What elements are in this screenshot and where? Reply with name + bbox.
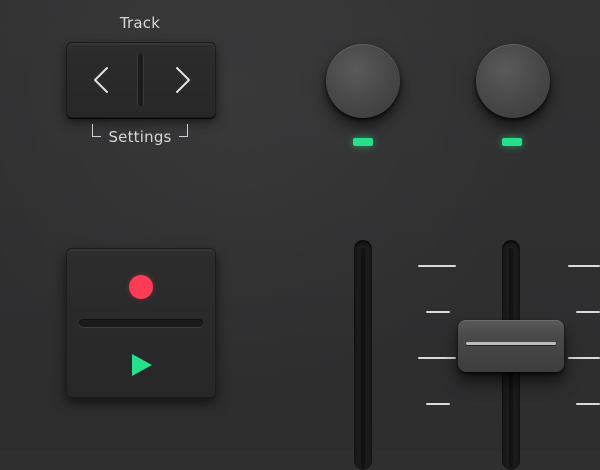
fader-tick bbox=[576, 311, 600, 313]
fader-tick bbox=[426, 311, 450, 313]
track-next-button[interactable] bbox=[145, 43, 215, 117]
fader-tick bbox=[576, 403, 600, 405]
fader-tick bbox=[418, 357, 456, 359]
fader-tick bbox=[418, 265, 456, 267]
fader-cap-line bbox=[466, 342, 556, 345]
settings-label[interactable]: Settings bbox=[92, 128, 188, 146]
knob-1[interactable] bbox=[326, 44, 400, 118]
track-prev-button[interactable] bbox=[67, 43, 137, 117]
mixer-panel: Track Settings bbox=[0, 0, 600, 470]
knob-2-led-indicator bbox=[502, 138, 522, 146]
record-button[interactable] bbox=[67, 249, 215, 321]
track-title: Track bbox=[119, 14, 161, 32]
transport-controls bbox=[66, 248, 216, 398]
record-icon bbox=[129, 275, 153, 299]
fader-slot bbox=[361, 248, 365, 468]
fader-track-1[interactable] bbox=[354, 240, 372, 470]
fader-tick bbox=[568, 265, 600, 267]
fader-cap[interactable] bbox=[458, 320, 564, 372]
fader-tick bbox=[426, 403, 450, 405]
knob-1-led-indicator bbox=[353, 138, 373, 146]
knob-2[interactable] bbox=[476, 44, 550, 118]
track-nav-control bbox=[66, 42, 216, 118]
chevron-left-icon bbox=[94, 67, 108, 93]
play-button[interactable] bbox=[67, 325, 215, 397]
fader-tick bbox=[568, 357, 600, 359]
play-icon bbox=[132, 354, 152, 376]
chevron-right-icon bbox=[176, 67, 190, 93]
track-divider bbox=[137, 53, 144, 107]
